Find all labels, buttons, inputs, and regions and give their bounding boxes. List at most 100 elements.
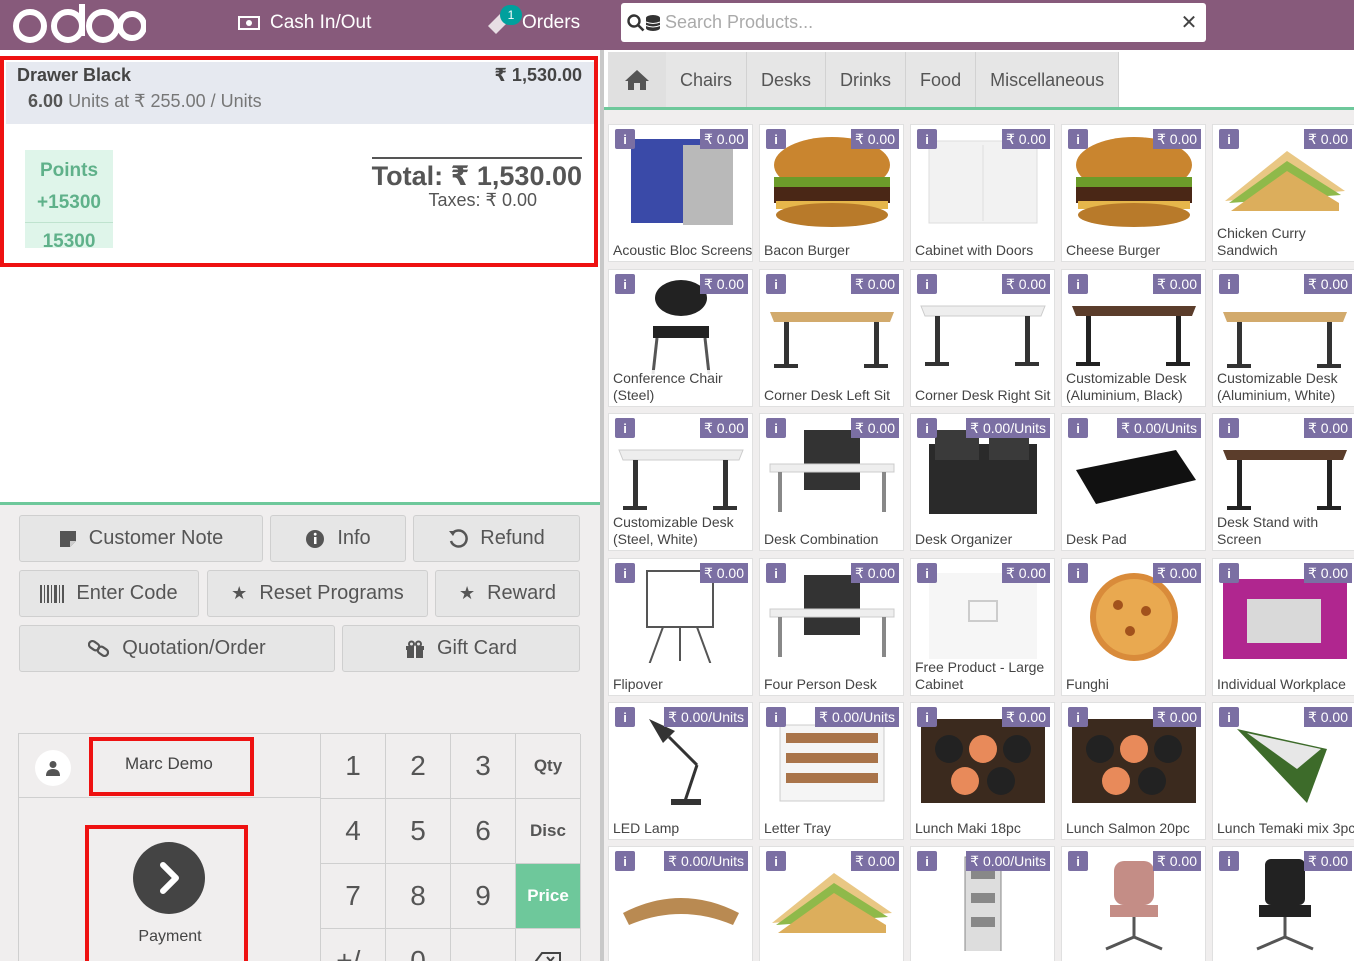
product-info-icon[interactable]: i [1219,274,1239,294]
product-info-icon[interactable]: i [917,563,937,583]
product-card[interactable]: i ₹ 0.00/Units Letter Tray [759,702,904,840]
reset-programs-button[interactable]: ★ Reset Programs [207,570,428,617]
customer-note-button[interactable]: Customer Note [19,515,263,562]
product-card[interactable]: i ₹ 0.00 Lunch Temaki mix 3pc [1212,702,1354,840]
product-info-icon[interactable]: i [1219,851,1239,871]
payment-button[interactable]: Payment [19,798,321,961]
product-info-icon[interactable]: i [917,707,937,727]
product-name: Free Product - Large Cabinet [915,659,1054,693]
numpad-key-9[interactable]: 9 [451,864,516,929]
product-info-icon[interactable]: i [1068,418,1088,438]
product-card[interactable]: i ₹ 0.00 Individual Workplace [1212,558,1354,696]
cash-in-out-button[interactable]: Cash In/Out [238,8,371,38]
numpad-key-1[interactable]: 1 [321,734,386,799]
product-info-icon[interactable]: i [1068,851,1088,871]
product-card[interactable]: i ₹ 0.00 Conference Chair (Steel) [608,269,753,407]
product-info-icon[interactable]: i [917,129,937,149]
product-info-icon[interactable]: i [917,851,937,871]
numpad-key-plus-minus[interactable]: +/- [321,929,386,961]
product-card[interactable]: i ₹ 0.00/Units Desk Pad [1061,413,1206,551]
payment-label: Payment [138,928,202,945]
product-card[interactable]: i ₹ 0.00 [1212,846,1354,961]
numpad-key-8[interactable]: 8 [386,864,451,929]
numpad-key-0[interactable]: 0 [386,929,451,961]
product-info-icon[interactable]: i [615,129,635,149]
product-card[interactable]: i ₹ 0.00 Desk Stand with Screen [1212,413,1354,551]
product-card[interactable]: i ₹ 0.00/Units [608,846,753,961]
product-info-icon[interactable]: i [766,274,786,294]
product-info-icon[interactable]: i [615,851,635,871]
product-card[interactable]: i ₹ 0.00 Bacon Burger [759,124,904,262]
numpad-key-4[interactable]: 4 [321,799,386,864]
numpad-disc-mode[interactable]: Disc [516,799,581,864]
product-card[interactable]: i ₹ 0.00/Units Desk Organizer [910,413,1055,551]
product-info-icon[interactable]: i [766,129,786,149]
category-chairs[interactable]: Chairs [666,52,748,108]
orders-button[interactable]: 1 Orders [486,5,580,38]
numpad-key-2[interactable]: 2 [386,734,451,799]
product-card[interactable]: i ₹ 0.00 Corner Desk Left Sit [759,269,904,407]
numpad-key-5[interactable]: 5 [386,799,451,864]
product-card[interactable]: i ₹ 0.00 [1061,846,1206,961]
product-card[interactable]: i ₹ 0.00 [759,846,904,961]
product-card[interactable]: i ₹ 0.00 Cabinet with Doors [910,124,1055,262]
product-info-icon[interactable]: i [766,563,786,583]
product-info-icon[interactable]: i [766,851,786,871]
product-info-icon[interactable]: i [615,563,635,583]
numpad-backspace-key[interactable] [516,929,581,961]
product-card[interactable]: i ₹ 0.00/Units LED Lamp [608,702,753,840]
search-input[interactable] [665,12,1172,33]
product-card[interactable]: i ₹ 0.00 Desk Combination [759,413,904,551]
product-card[interactable]: i ₹ 0.00 Customizable Desk (Aluminium, Bla… [1061,269,1206,407]
product-info-icon[interactable]: i [1219,563,1239,583]
numpad-qty-mode[interactable]: Qty [516,734,581,799]
product-info-icon[interactable]: i [1219,418,1239,438]
category-food[interactable]: Food [906,52,977,108]
reward-button[interactable]: ★ Reward [435,570,580,617]
order-line[interactable]: Drawer Black ₹ 1,530.00 6.00 Units at ₹ … [6,62,594,124]
product-info-icon[interactable]: i [917,274,937,294]
product-info-icon[interactable]: i [615,418,635,438]
info-button[interactable]: Info [270,515,406,562]
product-info-icon[interactable]: i [615,707,635,727]
enter-code-button[interactable]: Enter Code [19,570,199,617]
numpad-key-6[interactable]: 6 [451,799,516,864]
category-desks[interactable]: Desks [747,52,827,108]
product-info-icon[interactable]: i [1068,274,1088,294]
product-card[interactable]: i ₹ 0.00 Acoustic Bloc Screens [608,124,753,262]
product-card[interactable]: i ₹ 0.00 Cheese Burger [1061,124,1206,262]
product-card[interactable]: i ₹ 0.00 Customizable Desk (Aluminium, Whi… [1212,269,1354,407]
product-info-icon[interactable]: i [766,418,786,438]
numpad-price-mode[interactable]: Price [516,864,581,929]
category-drinks[interactable]: Drinks [826,52,907,108]
home-category-button[interactable] [608,52,666,108]
gift-card-button[interactable]: Gift Card [342,625,580,672]
refund-button[interactable]: Refund [413,515,580,562]
product-info-icon[interactable]: i [917,418,937,438]
numpad-key-dot[interactable]: . [451,929,516,961]
product-card[interactable]: i ₹ 0.00 Customizable Desk (Steel, White) [608,413,753,551]
product-info-icon[interactable]: i [1068,563,1088,583]
odoo-logo[interactable] [10,4,146,44]
product-info-icon[interactable]: i [1219,707,1239,727]
category-miscellaneous[interactable]: Miscellaneous [976,52,1120,108]
customer-selector[interactable]: Marc Demo [19,734,321,798]
product-card[interactable]: i ₹ 0.00 Corner Desk Right Sit [910,269,1055,407]
product-info-icon[interactable]: i [1068,707,1088,727]
clear-search-icon[interactable]: ✕ [1172,10,1206,35]
product-info-icon[interactable]: i [615,274,635,294]
quotation-order-button[interactable]: Quotation/Order [19,625,335,672]
product-card[interactable]: i ₹ 0.00/Units [910,846,1055,961]
product-card[interactable]: i ₹ 0.00 Lunch Maki 18pc [910,702,1055,840]
product-card[interactable]: i ₹ 0.00 Chicken Curry Sandwich [1212,124,1354,262]
numpad-key-7[interactable]: 7 [321,864,386,929]
product-card[interactable]: i ₹ 0.00 Lunch Salmon 20pc [1061,702,1206,840]
product-card[interactable]: i ₹ 0.00 Four Person Desk [759,558,904,696]
product-card[interactable]: i ₹ 0.00 Flipover [608,558,753,696]
product-info-icon[interactable]: i [1068,129,1088,149]
product-info-icon[interactable]: i [1219,129,1239,149]
product-card[interactable]: i ₹ 0.00 Free Product - Large Cabinet [910,558,1055,696]
product-info-icon[interactable]: i [766,707,786,727]
product-card[interactable]: i ₹ 0.00 Funghi [1061,558,1206,696]
numpad-key-3[interactable]: 3 [451,734,516,799]
